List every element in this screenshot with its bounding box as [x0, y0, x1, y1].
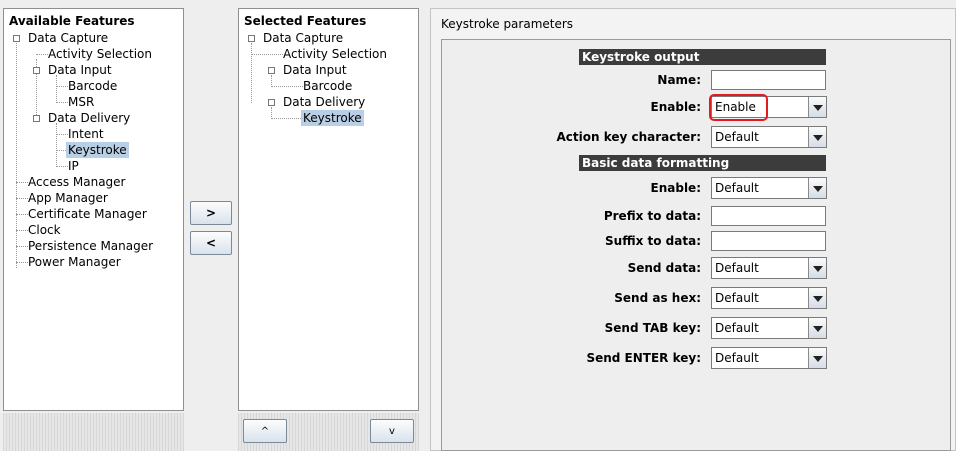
tree-item-power-manager[interactable]: Power Manager: [28, 254, 121, 270]
expand-data-input-icon[interactable]: [33, 67, 40, 74]
suffix-label: Suffix to data:: [605, 234, 701, 248]
send-hex-select[interactable]: Default: [711, 287, 827, 309]
move-down-button[interactable]: v: [370, 419, 414, 443]
chevron-down-icon[interactable]: [808, 258, 826, 278]
add-feature-button[interactable]: >: [190, 201, 232, 225]
send-enter-label: Send ENTER key:: [586, 351, 701, 365]
available-features-panel: Available Features Data Capture Activity…: [3, 8, 184, 411]
name-input[interactable]: [711, 70, 826, 90]
selected-tree-item-barcode[interactable]: Barcode: [303, 78, 352, 94]
move-up-button[interactable]: ^: [243, 419, 287, 443]
tree-item-keystroke[interactable]: Keystroke: [66, 142, 129, 158]
selected-expand-data-capture-icon[interactable]: [248, 35, 255, 42]
selected-features-tree: Data Capture Activity Selection Data Inp…: [239, 9, 418, 410]
tree-item-activity-selection[interactable]: Activity Selection: [48, 46, 152, 62]
fmt-enable-select-value: Default: [715, 181, 759, 195]
name-label: Name:: [657, 73, 701, 87]
available-panel-footer: [3, 413, 184, 451]
available-features-tree: Data Capture Activity Selection Data Inp…: [4, 9, 183, 410]
selected-expand-data-delivery-icon[interactable]: [268, 99, 275, 106]
selected-expand-data-input-icon[interactable]: [268, 67, 275, 74]
keystroke-parameters-title: Keystroke parameters: [441, 17, 574, 31]
tree-item-data-input[interactable]: Data Input: [48, 62, 112, 78]
send-hex-select-value: Default: [715, 291, 759, 305]
tree-item-clock[interactable]: Clock: [28, 222, 61, 238]
tree-item-access-manager[interactable]: Access Manager: [28, 174, 126, 190]
tree-item-intent[interactable]: Intent: [68, 126, 104, 142]
selected-features-panel: Selected Features Data Capture Activity …: [238, 8, 419, 411]
send-tab-select[interactable]: Default: [711, 317, 827, 339]
send-data-select-value: Default: [715, 261, 759, 275]
selected-tree-item-data-capture[interactable]: Data Capture: [263, 30, 343, 46]
prefix-label: Prefix to data:: [603, 209, 701, 223]
chevron-down-icon[interactable]: [808, 127, 826, 147]
send-data-select[interactable]: Default: [711, 257, 827, 279]
suffix-input[interactable]: [711, 231, 826, 251]
chevron-down-icon[interactable]: [808, 318, 826, 338]
send-data-label: Send data:: [627, 261, 701, 275]
tree-item-app-manager[interactable]: App Manager: [28, 190, 108, 206]
fmt-enable-select[interactable]: Default: [711, 177, 827, 199]
expand-data-delivery-icon[interactable]: [33, 115, 40, 122]
parameters-form: Keystroke output Name: Enable: Enable Ac…: [441, 39, 951, 451]
remove-feature-button[interactable]: <: [190, 231, 232, 255]
fmt-enable-label: Enable:: [650, 181, 701, 195]
tree-item-data-capture[interactable]: Data Capture: [28, 30, 108, 46]
chevron-down-icon[interactable]: [808, 97, 826, 117]
chevron-down-icon[interactable]: [808, 288, 826, 308]
enable-highlight: [709, 94, 768, 121]
expand-data-capture-icon[interactable]: [13, 35, 20, 42]
send-enter-select-value: Default: [715, 351, 759, 365]
selected-tree-item-keystroke[interactable]: Keystroke: [301, 110, 364, 126]
selected-tree-item-activity-selection[interactable]: Activity Selection: [283, 46, 387, 62]
send-tab-label: Send TAB key:: [604, 321, 701, 335]
tree-item-data-delivery[interactable]: Data Delivery: [48, 110, 130, 126]
keystroke-parameters-panel: Keystroke parameters Keystroke output Na…: [430, 8, 956, 451]
tree-item-barcode[interactable]: Barcode: [68, 78, 117, 94]
chevron-down-icon[interactable]: [808, 178, 826, 198]
enable-label: Enable:: [650, 100, 701, 114]
action-key-select[interactable]: Default: [711, 126, 827, 148]
send-hex-label: Send as hex:: [614, 291, 701, 305]
tree-item-ip[interactable]: IP: [68, 158, 79, 174]
action-key-label: Action key character:: [556, 130, 702, 144]
action-key-select-value: Default: [715, 130, 759, 144]
tree-item-persistence-manager[interactable]: Persistence Manager: [28, 238, 153, 254]
selected-tree-item-data-delivery[interactable]: Data Delivery: [283, 94, 365, 110]
send-tab-select-value: Default: [715, 321, 759, 335]
tree-item-msr[interactable]: MSR: [68, 94, 94, 110]
keystroke-output-header: Keystroke output: [579, 49, 826, 65]
send-enter-select[interactable]: Default: [711, 347, 827, 369]
selected-tree-item-data-input[interactable]: Data Input: [283, 62, 347, 78]
basic-data-formatting-header: Basic data formatting: [579, 155, 826, 171]
prefix-input[interactable]: [711, 206, 826, 226]
tree-item-certificate-manager[interactable]: Certificate Manager: [28, 206, 147, 222]
chevron-down-icon[interactable]: [808, 348, 826, 368]
